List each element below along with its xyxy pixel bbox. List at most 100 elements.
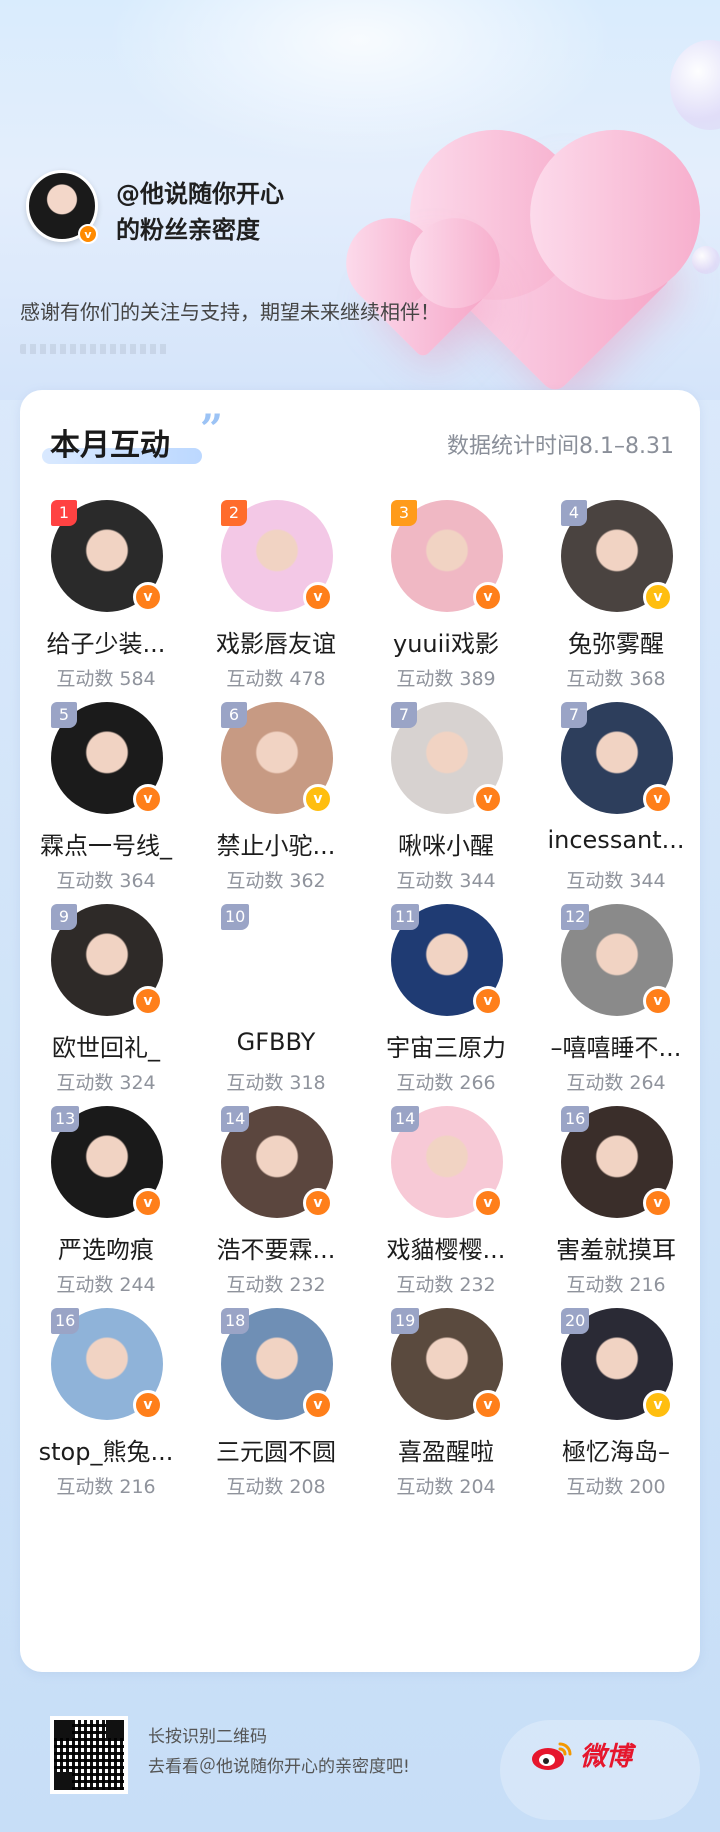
fan-item[interactable]: 20 v 極忆海岛– 互动数 200: [531, 1308, 701, 1544]
fan-name[interactable]: 欧世回礼_: [21, 1028, 191, 1063]
fan-name[interactable]: yuuii戏影: [361, 624, 531, 659]
rank-badge: 10: [221, 904, 250, 930]
fan-name[interactable]: 極忆海岛–: [531, 1432, 701, 1467]
fan-name[interactable]: 浩不要霖...: [191, 1230, 361, 1265]
fan-name[interactable]: 宇宙三原力: [361, 1028, 531, 1063]
rank-badge: 5: [51, 702, 77, 728]
fan-name[interactable]: 戏貓樱樱...: [361, 1230, 531, 1265]
rank-badge: 7: [561, 702, 587, 728]
verified-badge-icon: v: [133, 1390, 163, 1420]
rank-badge: 18: [221, 1308, 250, 1334]
fan-item[interactable]: 9 v 欧世回礼_ 互动数 324: [21, 904, 191, 1140]
verified-badge-icon: v: [643, 1188, 673, 1218]
verified-badge-icon: v: [133, 986, 163, 1016]
fan-name[interactable]: 害羞就摸耳: [531, 1230, 701, 1265]
weibo-brand: 微博: [530, 1736, 632, 1773]
fan-item[interactable]: 18 v 三元圆不圆互动数 208: [191, 1308, 361, 1544]
fan-name[interactable]: incessant...: [531, 826, 701, 854]
rank-badge: 12: [561, 904, 590, 930]
interaction-count: 互动数 204: [396, 1476, 496, 1498]
verified-badge-icon: v: [643, 582, 673, 612]
rank-badge: 20: [561, 1308, 590, 1334]
fan-name[interactable]: 三元圆不圆: [191, 1432, 361, 1467]
fan-name[interactable]: 霖点一号线_: [21, 826, 191, 861]
verified-badge-icon: v: [643, 784, 673, 814]
brand-name: 微博: [580, 1742, 633, 1772]
verified-badge-icon: v: [133, 1188, 163, 1218]
qr-code-icon[interactable]: [50, 1716, 128, 1794]
fan-item[interactable]: 2 v 戏影唇友谊 互动数 478: [191, 500, 361, 736]
fan-item[interactable]: 12 v –嘻嘻睡不... 互动数 264: [531, 904, 701, 1140]
fan-name[interactable]: 兔弥雾醒: [531, 624, 701, 659]
fan-name[interactable]: GFBBY: [191, 1028, 361, 1056]
interaction-count: 互动数 216: [56, 1476, 156, 1498]
verified-badge-icon: v: [473, 582, 503, 612]
fan-name[interactable]: 给子少装...: [21, 624, 191, 659]
verified-badge-icon: v: [473, 1188, 503, 1218]
thanks-text: 感谢有你们的关注与支持，期望未来继续相伴！: [20, 300, 440, 324]
rank-badge: 2: [221, 500, 247, 526]
fan-name[interactable]: 戏影唇友谊: [191, 624, 361, 659]
footer: 长按识别二维码 去看看＠他说随你开心的亲密度吧! 微博: [0, 1700, 720, 1832]
verified-badge-icon: v: [133, 582, 163, 612]
interaction-count: 互动数 200: [566, 1476, 666, 1498]
fan-item[interactable]: 19 v 喜盈醒啦互动数 204: [361, 1308, 531, 1544]
rank-badge: 13: [51, 1106, 80, 1132]
fan-item[interactable]: 6 v 禁止小驼... 互动数 362: [191, 702, 361, 938]
interaction-count: 互动数 584: [56, 668, 156, 690]
verified-badge-icon: v: [303, 784, 333, 814]
interaction-count: 互动数 344: [396, 870, 496, 892]
interaction-count: 互动数 216: [566, 1274, 666, 1296]
fan-name[interactable]: 严选吻痕: [21, 1230, 191, 1265]
owner-title-line1: @他说随你开心: [116, 180, 284, 208]
rank-badge: 6: [221, 702, 247, 728]
fan-item[interactable]: 11 v 宇宙三原力 互动数 266: [361, 904, 531, 1140]
fan-item[interactable]: 14 v 戏貓樱樱... 互动数 232: [361, 1106, 531, 1342]
fan-name[interactable]: 啾咪小醒: [361, 826, 531, 861]
decor-bar: [20, 344, 170, 354]
verified-badge-icon: v: [473, 784, 503, 814]
decor-bubble: [670, 40, 720, 130]
fan-item[interactable]: 7 v incessant... 互动数 344: [531, 702, 701, 938]
fan-item[interactable]: 16 v 害羞就摸耳 互动数 216: [531, 1106, 701, 1342]
rank-badge: 19: [391, 1308, 420, 1334]
interaction-count: 互动数 208: [226, 1476, 326, 1498]
fan-item[interactable]: 3 v yuuii戏影 互动数 389: [361, 500, 531, 736]
page-title: @他说随你开心 的粉丝亲密度: [116, 176, 284, 248]
fan-item[interactable]: 14 v 浩不要霖... 互动数 232: [191, 1106, 361, 1342]
interaction-count: 互动数 244: [56, 1274, 156, 1296]
fan-name[interactable]: stop_熊兔...: [21, 1432, 191, 1467]
interaction-count: 互动数 324: [56, 1072, 156, 1094]
fan-item[interactable]: 5 v 霖点一号线_ 互动数 364: [21, 702, 191, 938]
interaction-count: 互动数 364: [56, 870, 156, 892]
verified-badge-icon: v: [78, 224, 98, 244]
fan-item[interactable]: 7 v 啾咪小醒互动数 344: [361, 702, 531, 938]
hero-banner: [0, 0, 720, 400]
verified-badge-icon: v: [643, 986, 673, 1016]
verified-badge-icon: v: [303, 1188, 333, 1218]
fan-name[interactable]: 喜盈醒啦: [361, 1432, 531, 1467]
verified-badge-icon: v: [473, 1390, 503, 1420]
interaction-count: 互动数 344: [566, 870, 666, 892]
fan-item[interactable]: 4 v 兔弥雾醒 互动数 368: [531, 500, 701, 736]
rank-badge: 7: [391, 702, 417, 728]
fan-name[interactable]: –嘻嘻睡不...: [531, 1028, 701, 1063]
interaction-count: 互动数 266: [396, 1072, 496, 1094]
fan-item[interactable]: 10 GFBBY 互动数 318: [191, 904, 361, 1140]
rank-badge: 14: [221, 1106, 250, 1132]
verified-badge-icon: v: [643, 1390, 673, 1420]
footer-cta: 去看看＠他说随你开心的亲密度吧!: [148, 1757, 410, 1777]
verified-badge-icon: v: [133, 784, 163, 814]
fan-name[interactable]: 禁止小驼...: [191, 826, 361, 861]
rank-badge: 3: [391, 500, 417, 526]
verified-badge-icon: v: [303, 1390, 333, 1420]
interaction-count: 互动数 232: [226, 1274, 326, 1296]
interaction-count: 互动数 478: [226, 668, 326, 690]
rank-badge: 9: [51, 904, 77, 930]
fan-item[interactable]: 1 v 给子少装... 互动数 584: [21, 500, 191, 736]
weibo-logo-icon: [532, 1742, 572, 1770]
rank-badge: 11: [391, 904, 420, 930]
fan-item[interactable]: 16 v stop_熊兔... 互动数 216: [21, 1308, 191, 1544]
decor-bubble: [692, 246, 720, 274]
fan-item[interactable]: 13 v 严选吻痕互动数 244: [21, 1106, 191, 1342]
